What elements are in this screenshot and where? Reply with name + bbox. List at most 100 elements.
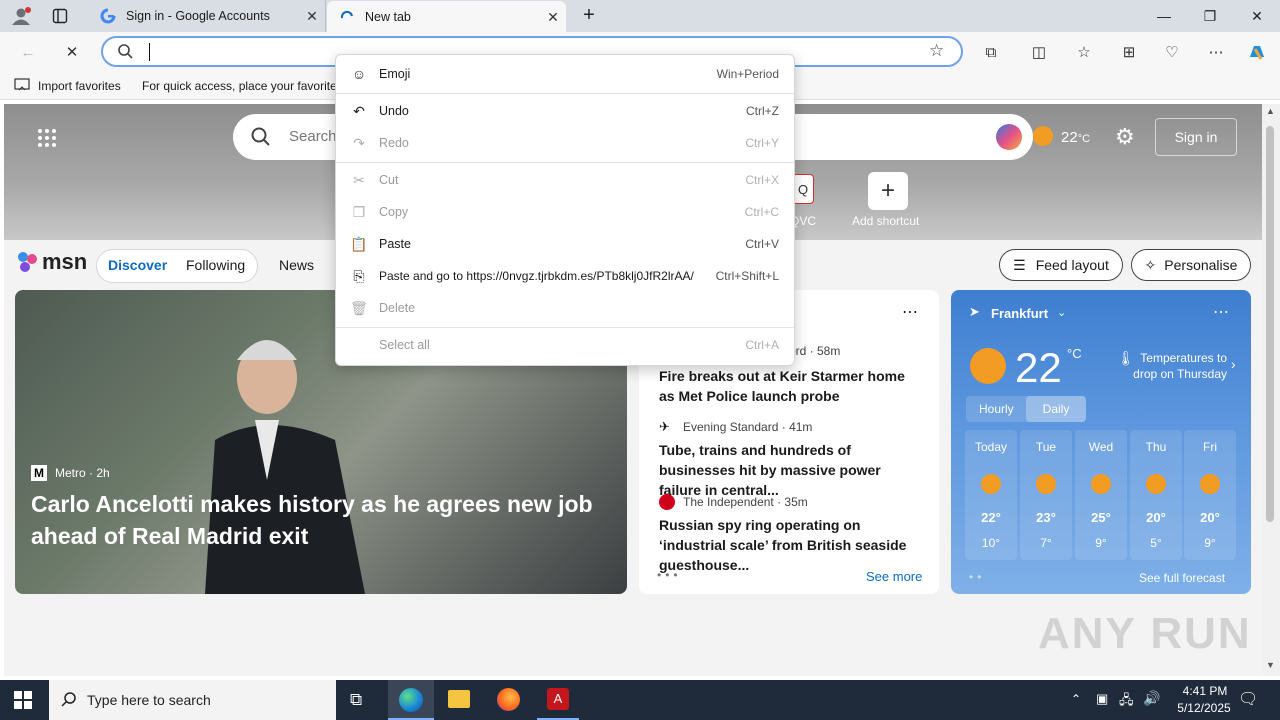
browser-essentials-icon[interactable]: ♡ <box>1161 41 1183 63</box>
profile-avatar-icon[interactable] <box>10 6 32 26</box>
metro-logo-icon: M <box>31 465 47 481</box>
favorites-hint: For quick access, place your favorites <box>142 79 343 93</box>
volume-icon[interactable]: 🔊 <box>1143 690 1160 707</box>
story-source-name: Metro <box>55 466 86 480</box>
carousel-dots[interactable]: ••• <box>657 568 682 582</box>
close-tab-icon[interactable]: ✕ <box>299 8 325 25</box>
clock-time[interactable]: 4:41 PM <box>1174 684 1236 698</box>
stop-loading-icon[interactable]: ✕ <box>61 41 83 63</box>
news-headline[interactable]: Russian spy ring operating on ‘industria… <box>659 515 921 575</box>
story-headline[interactable]: Carlo Ancelotti makes history as he agre… <box>31 488 611 552</box>
more-options-icon[interactable]: ⋯ <box>1205 41 1227 63</box>
forecast-day[interactable]: Thu 20° 5° <box>1130 430 1182 560</box>
tab-discover[interactable]: Discover <box>108 257 167 273</box>
delete-icon: 🗑 <box>350 299 368 316</box>
tab-hourly[interactable]: Hourly <box>979 402 1014 416</box>
menu-item-cut[interactable]: ✂ Cut Ctrl+X <box>336 165 794 195</box>
chevron-right-icon[interactable]: › <box>1231 356 1236 372</box>
close-tab-icon[interactable]: ✕ <box>540 9 566 26</box>
settings-gear-icon[interactable]: ⚙ <box>1115 124 1135 150</box>
news-age: 35m <box>784 495 808 509</box>
copilot-icon[interactable] <box>1246 41 1268 63</box>
taskbar-search-box[interactable]: Type here to search <box>49 680 336 720</box>
forecast-day-name: Today <box>974 440 1008 454</box>
see-more-link[interactable]: See more <box>866 569 922 584</box>
title-bar: Sign in - Google Accounts ✕ New tab ✕ + … <box>0 0 1280 33</box>
tray-chevron-icon[interactable]: ⌃ <box>1071 692 1081 706</box>
weather-note[interactable]: Temperatures to drop on Thursday <box>1123 350 1227 382</box>
split-screen-icon[interactable]: ◫ <box>1028 41 1050 63</box>
weather-sun-icon <box>1091 474 1111 494</box>
tab-news[interactable]: News <box>279 257 314 273</box>
back-icon[interactable]: ← <box>17 41 39 63</box>
scroll-down-icon[interactable]: ▼ <box>1266 660 1275 670</box>
msn-logo-text: msn <box>42 249 88 274</box>
network-icon[interactable]: 🖧 <box>1119 691 1134 713</box>
sign-in-button[interactable]: Sign in <box>1155 118 1237 156</box>
menu-item-delete[interactable]: 🗑 Delete <box>336 293 794 323</box>
tray-device-icon[interactable]: ▣ <box>1096 691 1108 707</box>
apps-launcher-icon[interactable] <box>37 128 57 148</box>
forecast-day[interactable]: Tue 23° 7° <box>1020 430 1072 560</box>
qvc-logo-icon: Q <box>792 174 814 204</box>
menu-item-redo[interactable]: ↷ Redo Ctrl+Y <box>336 128 794 158</box>
task-view-icon[interactable]: ⧉ <box>350 690 362 710</box>
close-window-button[interactable]: ✕ <box>1234 0 1280 32</box>
taskbar-edge[interactable] <box>388 680 434 720</box>
menu-item-paste[interactable]: 📋 Paste Ctrl+V <box>336 229 794 259</box>
notifications-icon[interactable]: 🗨 <box>1238 689 1258 709</box>
more-options-icon[interactable]: ⋯ <box>902 302 918 322</box>
import-favorites-link[interactable]: Import favorites <box>38 79 121 93</box>
location-arrow-icon: ➤ <box>969 304 980 319</box>
chevron-down-icon[interactable]: ⌄ <box>1057 306 1066 319</box>
forecast-low: 5° <box>1150 536 1162 550</box>
file-explorer-icon[interactable] <box>448 690 470 708</box>
forecast-day[interactable]: Wed 25° 9° <box>1075 430 1127 560</box>
msn-logo[interactable]: msn <box>16 248 87 276</box>
weather-city[interactable]: Frankfurt <box>991 306 1048 321</box>
sparkle-icon: ✧ <box>1144 256 1157 273</box>
windows-start-icon[interactable] <box>14 691 32 709</box>
collections-icon[interactable]: ⊞ <box>1118 41 1140 63</box>
feed-layout-button[interactable]: ☰ Feed layout <box>999 249 1123 281</box>
copilot-search-icon[interactable] <box>996 124 1022 150</box>
carousel-dots[interactable]: •• <box>969 570 985 584</box>
menu-item-label: Paste <box>379 237 411 251</box>
scroll-up-icon[interactable]: ▲ <box>1266 106 1275 116</box>
header-temperature: 22°C <box>1061 129 1090 146</box>
new-tab-button[interactable]: + <box>578 4 600 28</box>
menu-item-paste-and-go[interactable]: ⎘ Paste and go to https://0nvgz.tjrbkdm.e… <box>336 261 794 291</box>
tab-daily[interactable]: Daily <box>1026 396 1086 422</box>
menu-item-shortcut: Ctrl+V <box>745 237 779 251</box>
tab-actions-icon[interactable] <box>52 8 68 24</box>
favorite-star-icon[interactable]: ☆ <box>929 41 944 61</box>
tab-google-signin[interactable]: Sign in - Google Accounts ✕ <box>88 0 326 32</box>
menu-item-undo[interactable]: ↶ Undo Ctrl+Z <box>336 96 794 126</box>
forecast-day[interactable]: Today 22° 10° <box>965 430 1017 560</box>
add-shortcut-button[interactable]: + Add shortcut <box>850 172 926 232</box>
feed-layout-label: Feed layout <box>1035 257 1109 273</box>
favorites-icon[interactable]: ☆ <box>1073 41 1095 63</box>
tab-new-tab[interactable]: New tab ✕ <box>327 1 566 33</box>
restore-button[interactable]: ❐ <box>1187 0 1233 32</box>
menu-item-select-all[interactable]: Select all Ctrl+A <box>336 330 794 360</box>
more-options-icon[interactable]: ⋯ <box>1213 302 1229 322</box>
firefox-icon[interactable] <box>497 688 520 711</box>
tab-following[interactable]: Following <box>186 257 245 273</box>
menu-item-emoji[interactable]: ☺ Emoji Win+Period <box>336 59 794 89</box>
story-source: Metro · 2h <box>55 466 110 480</box>
forecast-day-name: Wed <box>1088 440 1114 454</box>
menu-item-copy[interactable]: ❐ Copy Ctrl+C <box>336 197 794 227</box>
scroll-thumb[interactable] <box>1266 126 1274 522</box>
vertical-scrollbar[interactable]: ▲ ▼ <box>1262 104 1280 676</box>
news-headline[interactable]: Fire breaks out at Keir Starmer home as … <box>659 366 921 406</box>
minimize-button[interactable]: — <box>1141 0 1187 32</box>
see-full-forecast-link[interactable]: See full forecast <box>1139 571 1225 585</box>
extensions-icon[interactable]: ⧉ <box>980 41 1002 63</box>
acrobat-icon[interactable]: A <box>537 680 579 720</box>
news-headline[interactable]: Tube, trains and hundreds of businesses … <box>659 440 921 500</box>
search-icon <box>61 691 77 710</box>
clock-date[interactable]: 5/12/2025 <box>1168 701 1240 715</box>
forecast-day[interactable]: Fri 20° 9° <box>1184 430 1236 560</box>
personalise-button[interactable]: ✧ Personalise <box>1131 249 1251 281</box>
